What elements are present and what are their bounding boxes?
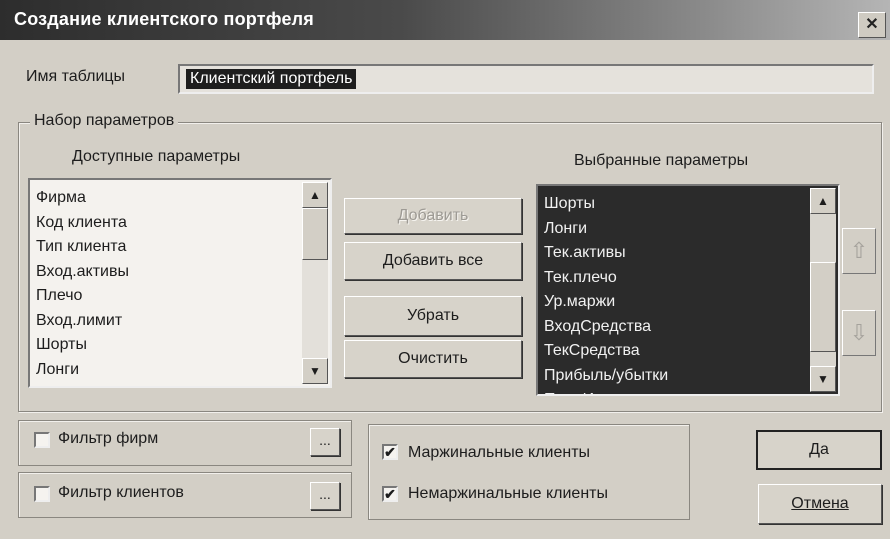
firm-filter-label: Фильтр фирм xyxy=(58,430,159,447)
list-item[interactable]: Лонги МО xyxy=(36,382,298,386)
list-item[interactable]: Шорты xyxy=(544,192,806,217)
scroll-up-arrow-icon[interactable]: ▲ xyxy=(302,182,328,208)
title-bar[interactable]: Создание клиентского портфеля ✕ xyxy=(0,0,890,40)
firm-filter-browse-button[interactable]: ... xyxy=(310,428,340,456)
table-name-label: Имя таблицы xyxy=(26,68,126,85)
add-button[interactable]: Добавить xyxy=(344,198,522,234)
table-name-input[interactable]: Клиентский портфель xyxy=(178,64,874,94)
close-button[interactable]: ✕ xyxy=(858,12,886,38)
available-params-items: Фирма Код клиента Тип клиента Вход.активы Пл… xyxy=(36,186,298,386)
remove-button[interactable]: Убрать xyxy=(344,296,522,336)
list-item[interactable]: Вход.активы xyxy=(36,260,298,285)
selected-params-list[interactable]: Шорты Лонги Тек.активы Тек.плечо Ур.маржи Вхо… xyxy=(536,184,840,396)
list-item[interactable]: Тек.активы xyxy=(544,241,806,266)
selected-params-scrollbar[interactable]: ▲ ▼ xyxy=(810,188,836,392)
margin-clients-checkbox[interactable]: ✔ xyxy=(382,444,398,460)
move-down-button[interactable]: ⇩ xyxy=(842,310,876,356)
client-type-frame xyxy=(368,424,690,520)
add-all-button[interactable]: Добавить все xyxy=(344,242,522,280)
scroll-thumb[interactable] xyxy=(302,208,328,260)
firm-filter-checkbox[interactable] xyxy=(34,432,50,448)
client-filter-browse-button[interactable]: ... xyxy=(310,482,340,510)
table-name-value: Клиентский портфель xyxy=(186,69,357,89)
available-params-scrollbar[interactable]: ▲ ▼ xyxy=(302,182,328,384)
list-item[interactable]: Код клиента xyxy=(36,211,298,236)
available-params-list[interactable]: Фирма Код клиента Тип клиента Вход.активы Пл… xyxy=(28,178,332,388)
list-item[interactable]: Прибыль/убытки xyxy=(544,364,806,389)
scroll-up-arrow-icon[interactable]: ▲ xyxy=(810,188,836,214)
selected-params-items: Шорты Лонги Тек.активы Тек.плечо Ур.маржи Вхо… xyxy=(544,192,806,394)
selected-params-title: Выбранные параметры xyxy=(574,152,749,169)
move-up-arrow-icon: ⇧ xyxy=(849,238,869,263)
list-item[interactable]: Ур.маржи xyxy=(544,290,806,315)
nonmargin-clients-checkbox[interactable]: ✔ xyxy=(382,486,398,502)
list-item[interactable]: Фирма xyxy=(36,186,298,211)
nonmargin-clients-label: Немаржинальные клиенты xyxy=(408,485,608,502)
list-item[interactable]: Вход.лимит xyxy=(36,309,298,334)
margin-clients-label: Маржинальные клиенты xyxy=(408,444,591,461)
move-down-arrow-icon: ⇩ xyxy=(849,320,869,345)
ok-button[interactable]: Да xyxy=(756,430,882,470)
list-item[interactable]: Тек.плечо xyxy=(544,266,806,291)
cancel-button[interactable]: Отмена xyxy=(758,484,882,524)
list-item[interactable]: Плечо xyxy=(36,284,298,309)
client-filter-checkbox[interactable] xyxy=(34,486,50,502)
list-item[interactable]: Шорты xyxy=(36,333,298,358)
clear-button[interactable]: Очистить xyxy=(344,340,522,378)
scroll-thumb[interactable] xyxy=(810,262,836,352)
list-item[interactable]: Лонги xyxy=(36,358,298,383)
list-item[interactable]: ПланИзмен xyxy=(544,388,806,394)
move-up-button[interactable]: ⇧ xyxy=(842,228,876,274)
list-item[interactable]: ВходСредства xyxy=(544,315,806,340)
parameters-group-title: Набор параметров xyxy=(30,112,179,130)
list-item[interactable]: Лонги xyxy=(544,217,806,242)
list-item[interactable]: ТекСредства xyxy=(544,339,806,364)
scroll-down-arrow-icon[interactable]: ▼ xyxy=(810,366,836,392)
list-item[interactable]: Тип клиента xyxy=(36,235,298,260)
close-icon: ✕ xyxy=(865,16,879,33)
create-client-portfolio-dialog: Создание клиентского портфеля ✕ Имя табл… xyxy=(0,0,890,539)
window-title: Создание клиентского портфеля xyxy=(14,9,315,29)
available-params-title: Доступные параметры xyxy=(72,148,241,165)
client-filter-label: Фильтр клиентов xyxy=(58,484,184,501)
scroll-down-arrow-icon[interactable]: ▼ xyxy=(302,358,328,384)
